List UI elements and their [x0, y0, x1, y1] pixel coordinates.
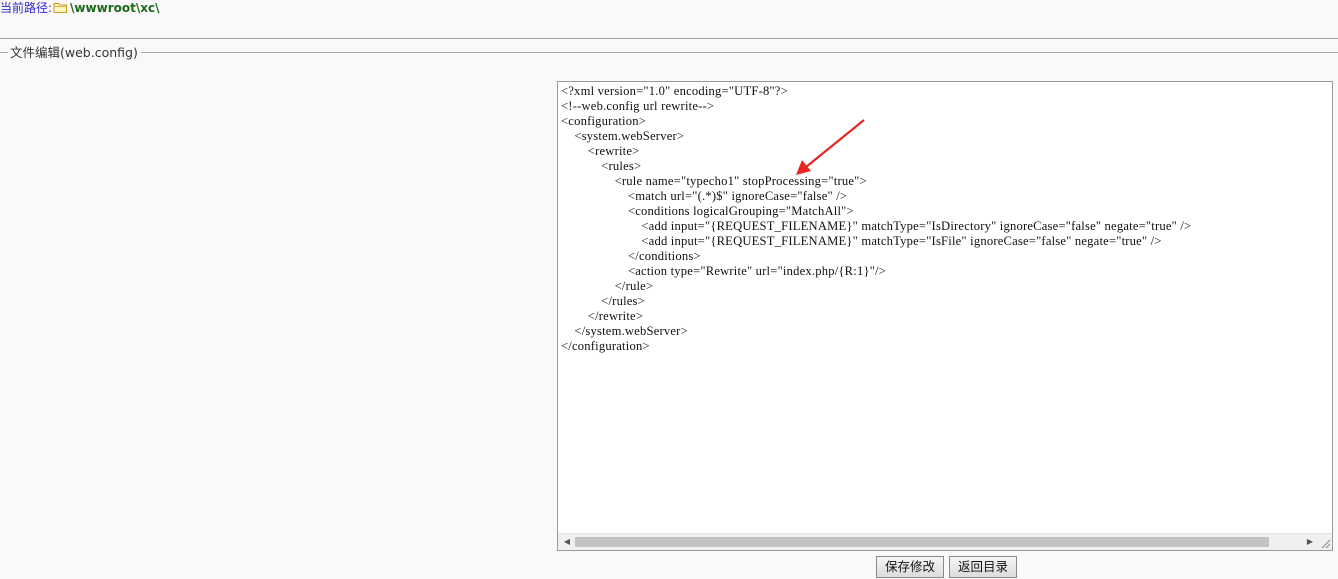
scrollbar-thumb[interactable]: [575, 537, 1269, 547]
save-changes-button[interactable]: 保存修改: [876, 556, 944, 578]
current-path-value[interactable]: \wwwroot\xc\: [70, 1, 159, 15]
current-path-bar: 当前路径: \wwwroot\xc\: [0, 0, 159, 18]
annotation-arrow-icon: [796, 119, 865, 175]
file-edit-legend: 文件编辑(web.config): [8, 45, 141, 61]
file-content-textarea[interactable]: <?xml version="1.0" encoding="UTF-8"?> <…: [561, 84, 1330, 533]
folder-icon: [53, 1, 68, 19]
file-editor[interactable]: <?xml version="1.0" encoding="UTF-8"?> <…: [557, 81, 1333, 551]
fieldset-border: [0, 52, 1338, 54]
header-divider: [0, 38, 1338, 39]
resize-grip-icon[interactable]: [1320, 538, 1331, 549]
scroll-left-arrow-icon[interactable]: ◀: [559, 534, 575, 550]
horizontal-scrollbar[interactable]: ◀ ▶: [558, 533, 1332, 550]
scroll-right-arrow-icon[interactable]: ▶: [1302, 534, 1318, 550]
current-path-label: 当前路径:: [0, 1, 53, 15]
back-to-directory-button[interactable]: 返回目录: [949, 556, 1017, 578]
